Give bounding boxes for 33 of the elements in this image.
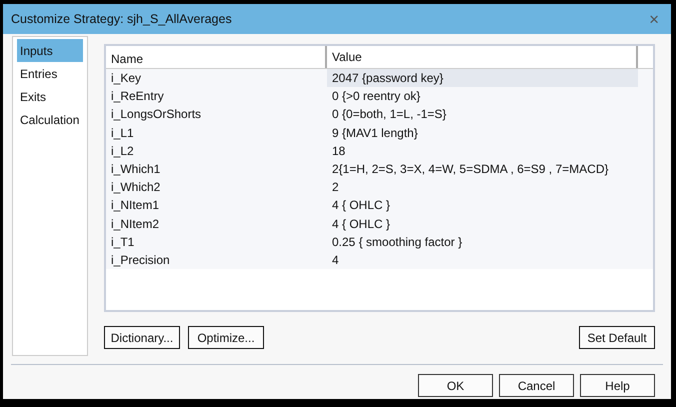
dialog-button[interactable]: OK	[418, 374, 493, 397]
table-cell-text: 2{1=H, 2=S, 3=X, 4=W, 5=SDMA , 6=S9 , 7=MACD}	[331, 161, 610, 178]
table-cell-text: 4	[331, 252, 340, 269]
table-cell: 2047 {password key}	[327, 69, 638, 88]
table-cell-text: 9 {MAV1 length}	[331, 124, 419, 142]
set-default-button[interactable]: Set Default	[579, 326, 655, 349]
table-cell-text: i_LongsOrShorts	[110, 106, 202, 124]
table-cell-text: i_Which2	[110, 179, 162, 196]
table-cell-text: i_Which1	[110, 161, 162, 178]
table-cell-text: 18	[331, 142, 346, 160]
table-cell-text: 0 {>0 reentry ok}	[331, 88, 422, 106]
table-cell-text: i_NItem1	[110, 197, 160, 214]
dialog-button[interactable]: Cancel	[499, 374, 574, 397]
window-title: Customize Strategy: sjh_S_AllAverages	[11, 10, 232, 28]
sidebar-item[interactable]: Inputs	[17, 39, 83, 62]
table-cell-text: i_NItem2	[110, 216, 160, 233]
sidebar-item[interactable]: Entries	[17, 62, 83, 85]
dialog-button[interactable]: Optimize...	[188, 326, 264, 349]
table-cell-text: 0 {0=both, 1=L, -1=S}	[331, 106, 448, 124]
sidebar-item[interactable]: Calculation	[17, 108, 83, 131]
table-cell-text: i_T1	[110, 234, 136, 251]
table-cell-text: i_Precision	[110, 252, 171, 269]
table-cell-text: i_L1	[110, 124, 135, 142]
table-cell-text: i_L2	[110, 142, 135, 160]
table-cell-text: 0.25 { smoothing factor }	[331, 234, 464, 251]
table-cell-text: i_Key	[110, 70, 142, 88]
table-cell-text: 4 { OHLC }	[331, 197, 392, 214]
table-cell-text: 4 { OHLC }	[331, 216, 392, 233]
table-cell-text: i_ReEntry	[110, 88, 165, 106]
table-cell-text: 2	[331, 179, 340, 196]
dialog-button[interactable]: Dictionary...	[104, 326, 180, 349]
sidebar-item[interactable]: Exits	[17, 85, 83, 108]
dialog-button[interactable]: Help	[580, 374, 655, 397]
